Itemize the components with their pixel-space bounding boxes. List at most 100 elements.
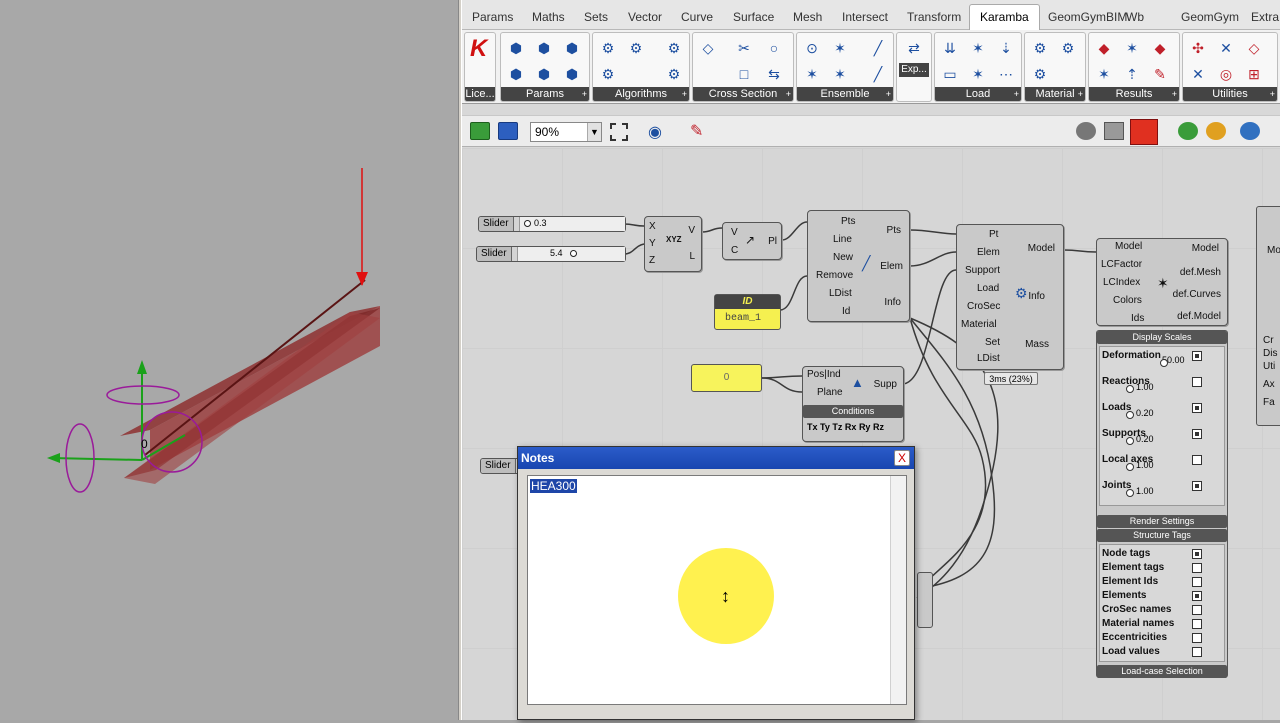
preview-selected-icon[interactable] [1130,119,1158,145]
slider-1-track[interactable]: 0.3 [519,217,625,231]
license-label[interactable]: Lice... [465,87,495,101]
tag-element-ids-checkbox[interactable] [1192,577,1202,587]
preview-mesh-icon[interactable] [1178,122,1198,140]
export-icon[interactable]: ⇄ [903,37,925,59]
disassemble-icon[interactable]: ╱ [867,63,889,85]
tag-crosec-checkbox[interactable] [1192,605,1202,615]
line-load-icon[interactable]: ▭ [939,63,961,85]
ltb-input-new[interactable]: New [833,252,853,263]
line-line-intersection-icon[interactable]: ◇ [1243,37,1265,59]
loadcase-selection-title[interactable]: Load-case Selection [1097,665,1227,678]
gravity-load-icon[interactable]: ⇣ [995,37,1017,59]
tab-curve[interactable]: Curve [677,6,717,28]
zoom-extents-icon[interactable] [610,123,628,141]
pvl-input-c[interactable]: C [731,245,738,256]
asm-output-info[interactable]: Info [1028,291,1045,302]
line-to-beam-icon[interactable]: ╱ [867,37,889,59]
support-output-supp[interactable]: Supp [874,379,897,390]
scale-loads-grip[interactable] [1126,411,1134,419]
scale-local-axes-grip[interactable] [1126,463,1134,471]
mv-input-model[interactable]: Model [1115,241,1142,252]
asm-input-ldist[interactable]: LDist [977,353,1000,364]
support-component[interactable]: Pos|Ind Plane ▲ Supp Conditions Tx Ty Tz… [802,366,904,442]
zoom-select[interactable]: 90% ▼ [530,122,602,142]
eigenmodes-icon[interactable]: ⚙ [625,37,647,59]
scale-reactions-value[interactable]: 1.00 [1136,382,1154,392]
principal-strains-icon[interactable]: ⇡ [1121,63,1143,85]
dof-rx[interactable]: Rx [845,422,857,432]
scale-reactions-grip[interactable] [1126,385,1134,393]
pvl-input-v[interactable]: V [731,227,738,238]
tab-maths[interactable]: Maths [528,6,569,28]
scale-loads-value[interactable]: 0.20 [1136,408,1154,418]
slider-1[interactable]: Slider 0.3 [478,216,626,232]
tab-surface[interactable]: Surface [729,6,778,28]
ltb-input-id[interactable]: Id [842,306,850,317]
dof-tx[interactable]: Tx [807,422,818,432]
rhino-viewport[interactable]: 0 [0,0,458,720]
remove-duplicate-lines-icon[interactable]: ✕ [1187,63,1209,85]
vector-output-l[interactable]: L [689,251,695,262]
large-deform-icon[interactable]: ⚙ [597,63,619,85]
chevron-down-icon[interactable]: ▼ [587,123,601,141]
folder-icon[interactable] [470,122,490,140]
connectivity-icon[interactable]: ✶ [829,37,851,59]
cross-section-opt-icon[interactable]: ⚙ [663,63,685,85]
scale-local-axes-checkbox[interactable] [1192,455,1202,465]
model-view-component[interactable]: Model LCFactor LCIndex Colors Ids ✶ Mode… [1096,238,1228,326]
scale-joints-checkbox[interactable] [1192,481,1202,491]
pvl-output-pl[interactable]: Pl [768,236,777,247]
notes-textarea[interactable]: HEA300 ↕ [527,475,907,705]
temp-load-icon[interactable]: ✶ [967,63,989,85]
crosec-icon[interactable]: ◇ [697,37,719,59]
crosec-select-icon[interactable]: ✂ [733,37,755,59]
tag-material-checkbox[interactable] [1192,619,1202,629]
slider-1-grip[interactable] [524,220,531,227]
reaction-force-icon[interactable]: ✶ [1121,37,1143,59]
mv-input-lcindex[interactable]: LCIndex [1103,277,1140,288]
mv-output-defcurves[interactable]: def.Curves [1173,289,1221,300]
material-select-icon[interactable]: ⚙ [1057,37,1079,59]
mv-input-colors[interactable]: Colors [1113,295,1142,306]
nearest-neighbor-icon[interactable]: ✣ [1187,37,1209,59]
support-input-posind[interactable]: Pos|Ind [807,369,841,380]
zero-panel[interactable]: 0 [691,364,762,392]
tag-elements-checkbox[interactable] [1192,591,1202,601]
crosec-param-icon[interactable]: ⬢ [533,63,555,85]
vector-input-z[interactable]: Z [649,255,655,266]
dof-ty[interactable]: Ty [820,422,830,432]
scale-supports-checkbox[interactable] [1192,429,1202,439]
scale-joints-value[interactable]: 1.00 [1136,486,1154,496]
sketch-icon[interactable]: ✎ [690,121,703,141]
asm-input-crosec[interactable]: CroSec [967,301,1000,312]
tab-geomgym[interactable]: GeomGym [1177,6,1243,28]
detect-collisions-icon[interactable]: ◎ [1215,63,1237,85]
support-input-plane[interactable]: Plane [817,387,843,398]
tab-extra[interactable]: Extra [1247,6,1280,28]
ltb-input-pts[interactable]: Pts [841,216,855,227]
scale-deformation-checkbox[interactable] [1192,351,1202,361]
optimize-icon[interactable]: ⚙ [663,37,685,59]
circle-crosec-icon[interactable]: ○ [763,37,785,59]
scale-loads-checkbox[interactable] [1192,403,1202,413]
export-label[interactable]: Exp... [899,63,929,77]
tab-transform[interactable]: Transform [903,6,965,28]
notes-titlebar[interactable]: Notes [518,447,914,469]
preview-wireframe-icon[interactable] [1076,122,1096,140]
dof-ry[interactable]: Ry [859,422,871,432]
scale-joints-grip[interactable] [1126,489,1134,497]
dof-tz[interactable]: Tz [832,422,842,432]
simplify-model-icon[interactable]: ⊞ [1243,63,1265,85]
box-crosec-icon[interactable]: □ [733,63,755,85]
ltb-output-pts[interactable]: Pts [887,225,901,236]
tag-node-checkbox[interactable] [1192,549,1202,559]
mesh-load-icon[interactable]: ✶ [967,37,989,59]
display-mode-icon[interactable] [1240,122,1260,140]
vector-input-y[interactable]: Y [649,238,656,249]
tag-element-checkbox[interactable] [1192,563,1202,573]
slider-2-grip[interactable] [570,250,577,257]
beam-view-icon[interactable]: ◆ [1149,37,1171,59]
tab-geomgymbim[interactable]: GeomGymBIM [1044,6,1131,28]
vector-xyz-component[interactable]: X Y Z XYZ V L [644,216,702,272]
ltb-input-line[interactable]: Line [833,234,852,245]
